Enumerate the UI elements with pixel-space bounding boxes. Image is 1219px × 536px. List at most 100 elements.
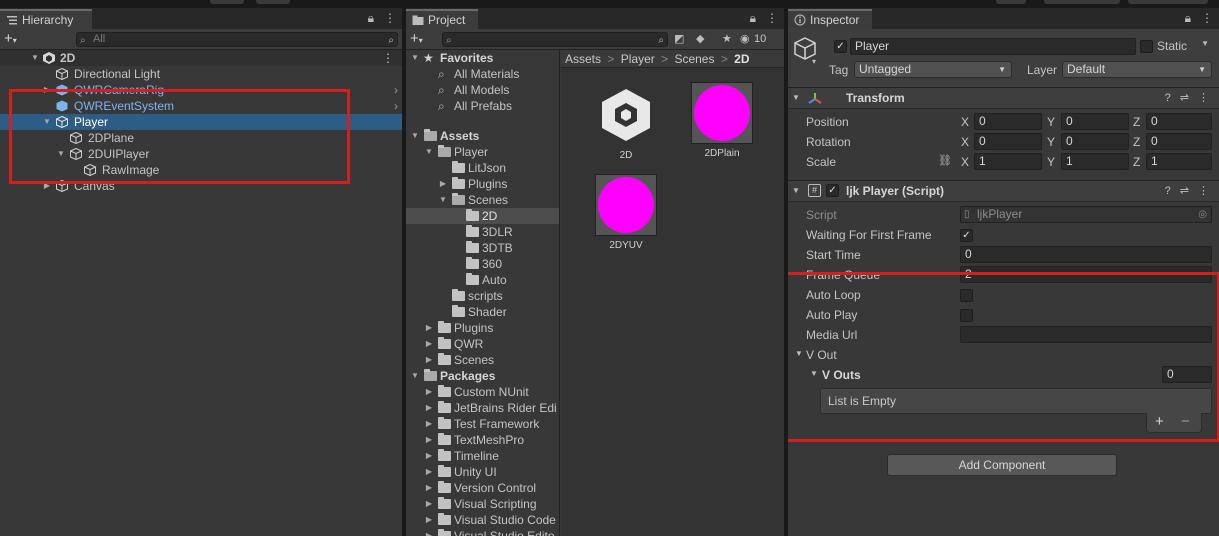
chevron-down-icon[interactable]: ▼ bbox=[56, 146, 66, 162]
more-menu-icon[interactable]: ⋮ bbox=[1201, 12, 1213, 24]
tree-item[interactable]: scripts bbox=[406, 288, 559, 304]
search-input[interactable]: ⌕ All ⌕ bbox=[76, 32, 398, 47]
preset-icon[interactable]: ⇌ bbox=[1180, 185, 1189, 197]
start-time-field[interactable]: 0 bbox=[960, 246, 1212, 263]
link-icon[interactable]: ⛓ bbox=[938, 154, 952, 167]
script-component-header[interactable]: ▼ # ✓ ljk Player (Script) ? ⇌ ⋮ bbox=[788, 180, 1219, 202]
target-picker-icon[interactable]: ◎ bbox=[1198, 207, 1207, 222]
waiting-checkbox[interactable]: ✓ bbox=[960, 229, 973, 242]
chevron-right-icon[interactable]: ▶ bbox=[424, 448, 434, 464]
tree-item[interactable]: ▶ Plugins bbox=[406, 176, 559, 192]
chevron-down-icon[interactable]: ▾ bbox=[812, 57, 816, 66]
chevron-right-icon[interactable]: ▶ bbox=[424, 512, 434, 528]
favorite-star-icon[interactable]: ★ bbox=[722, 32, 732, 45]
chevron-right-icon[interactable]: ▶ bbox=[424, 416, 434, 432]
help-icon[interactable]: ? bbox=[1165, 92, 1171, 104]
tree-item[interactable]: 3DLR bbox=[406, 224, 559, 240]
media-url-field[interactable] bbox=[960, 326, 1212, 343]
more-menu-icon[interactable]: ⋮ bbox=[1198, 92, 1209, 104]
search-filter-icon[interactable]: ⌕ bbox=[388, 34, 394, 47]
eye-icon[interactable]: ◉ bbox=[740, 32, 750, 45]
remove-element-button[interactable]: − bbox=[1181, 413, 1190, 431]
filter-by-label-icon[interactable]: ◆ bbox=[696, 32, 704, 45]
help-icon[interactable]: ? bbox=[1165, 185, 1171, 197]
chevron-right-icon[interactable]: ▶ bbox=[424, 480, 434, 496]
favorites-header[interactable]: ▼ ★ Favorites bbox=[406, 50, 559, 66]
hierarchy-item[interactable]: ▶ Canvas bbox=[0, 178, 402, 194]
scene-menu-icon[interactable]: ⋮ bbox=[382, 50, 394, 66]
chevron-down-icon[interactable]: ▼ bbox=[795, 349, 803, 358]
position-y-field[interactable]: 0 bbox=[1061, 113, 1129, 130]
more-menu-icon[interactable]: ⋮ bbox=[384, 12, 396, 24]
auto-loop-checkbox[interactable] bbox=[960, 289, 973, 302]
tab-project[interactable]: Project bbox=[406, 9, 478, 29]
tree-item[interactable]: ▶ Scenes bbox=[406, 352, 559, 368]
tree-item[interactable]: ▼ Scenes bbox=[406, 192, 559, 208]
package-item[interactable]: ▶ Visual Studio Code bbox=[406, 512, 559, 528]
chevron-right-icon[interactable]: ▶ bbox=[424, 336, 434, 352]
package-item[interactable]: ▶ Test Framework bbox=[406, 416, 559, 432]
package-item[interactable]: ▶ TextMeshPro bbox=[406, 432, 559, 448]
script-field[interactable]: ▯ ljkPlayer ◎ bbox=[960, 206, 1212, 223]
breadcrumb-item[interactable]: 2D bbox=[734, 52, 749, 66]
packages-header[interactable]: ▼ Packages bbox=[406, 368, 559, 384]
chevron-down-icon[interactable]: ▼ bbox=[792, 181, 800, 201]
add-element-button[interactable]: + bbox=[1155, 413, 1164, 431]
add-component-button[interactable]: Add Component bbox=[887, 454, 1117, 476]
lock-icon[interactable]: 🔒︎ bbox=[1185, 12, 1191, 24]
package-item[interactable]: ▶ Version Control bbox=[406, 480, 559, 496]
position-x-field[interactable]: 0 bbox=[974, 113, 1042, 130]
lock-icon[interactable]: 🔒︎ bbox=[750, 12, 756, 24]
breadcrumb-item[interactable]: Player bbox=[621, 52, 655, 66]
chevron-down-icon[interactable]: ▼ bbox=[30, 50, 40, 66]
asset-material[interactable]: 2DPlain bbox=[687, 82, 757, 159]
static-checkbox[interactable] bbox=[1140, 40, 1153, 53]
favorite-item[interactable]: ⌕ All Materials bbox=[406, 66, 559, 82]
chevron-right-icon[interactable]: ▶ bbox=[424, 352, 434, 368]
hierarchy-item[interactable]: ▶ QWRCameraRig › bbox=[0, 82, 402, 98]
filter-by-type-icon[interactable]: ◩ bbox=[674, 32, 684, 45]
favorite-item[interactable]: ⌕ All Prefabs bbox=[406, 98, 559, 114]
asset-material[interactable]: 2DYUV bbox=[591, 174, 661, 251]
chevron-right-icon[interactable]: ▶ bbox=[424, 432, 434, 448]
preset-icon[interactable]: ⇌ bbox=[1180, 92, 1189, 104]
tag-dropdown[interactable]: Untagged ▼ bbox=[854, 61, 1012, 78]
chevron-right-icon[interactable]: ▶ bbox=[424, 464, 434, 480]
breadcrumb-item[interactable]: Assets bbox=[565, 52, 601, 66]
favorite-item[interactable]: ⌕ All Models bbox=[406, 82, 559, 98]
rotation-y-field[interactable]: 0 bbox=[1061, 133, 1129, 150]
component-enabled-checkbox[interactable]: ✓ bbox=[826, 184, 839, 197]
chevron-right-icon[interactable]: ▶ bbox=[424, 528, 434, 536]
layer-dropdown[interactable]: Default ▼ bbox=[1062, 61, 1212, 78]
scale-y-field[interactable]: 1 bbox=[1061, 153, 1129, 170]
search-input[interactable]: ⌕ ⌕ bbox=[442, 32, 668, 47]
package-item[interactable]: ▶ JetBrains Rider Edi bbox=[406, 400, 559, 416]
chevron-down-icon[interactable]: ▼ bbox=[410, 128, 420, 144]
hierarchy-item[interactable]: 2DPlane bbox=[0, 130, 402, 146]
chevron-down-icon[interactable]: ▼ bbox=[424, 144, 434, 160]
tree-item[interactable]: ▶ QWR bbox=[406, 336, 559, 352]
tree-item[interactable]: ▶ Plugins bbox=[406, 320, 559, 336]
hierarchy-item[interactable]: Directional Light bbox=[0, 66, 402, 82]
asset-scene[interactable]: 2D bbox=[591, 84, 661, 161]
chevron-right-icon[interactable]: ▶ bbox=[438, 176, 448, 192]
more-menu-icon[interactable]: ⋮ bbox=[1198, 185, 1209, 197]
rotation-z-field[interactable]: 0 bbox=[1146, 133, 1212, 150]
tree-item[interactable]: LitJson bbox=[406, 160, 559, 176]
lock-icon[interactable]: 🔒︎ bbox=[368, 12, 374, 24]
hierarchy-item-selected[interactable]: ▼ Player bbox=[0, 114, 402, 130]
chevron-right-icon[interactable]: › bbox=[394, 98, 398, 114]
tree-item[interactable]: Auto bbox=[406, 272, 559, 288]
chevron-down-icon[interactable]: ▼ bbox=[438, 192, 448, 208]
tab-hierarchy[interactable]: Hierarchy bbox=[0, 9, 92, 29]
chevron-right-icon[interactable]: ▶ bbox=[424, 384, 434, 400]
auto-play-checkbox[interactable] bbox=[960, 309, 973, 322]
hierarchy-item[interactable]: QWREventSystem › bbox=[0, 98, 402, 114]
hierarchy-item[interactable]: ▼ 2DUIPlayer bbox=[0, 146, 402, 162]
tree-item[interactable]: 3DTB bbox=[406, 240, 559, 256]
tree-item-selected[interactable]: 2D bbox=[406, 208, 559, 224]
chevron-down-icon[interactable]: ▼ bbox=[1201, 39, 1209, 48]
chevron-down-icon[interactable]: ▼ bbox=[792, 88, 800, 108]
create-button[interactable]: +▾ bbox=[410, 31, 423, 49]
chevron-down-icon[interactable]: ▼ bbox=[410, 368, 420, 384]
